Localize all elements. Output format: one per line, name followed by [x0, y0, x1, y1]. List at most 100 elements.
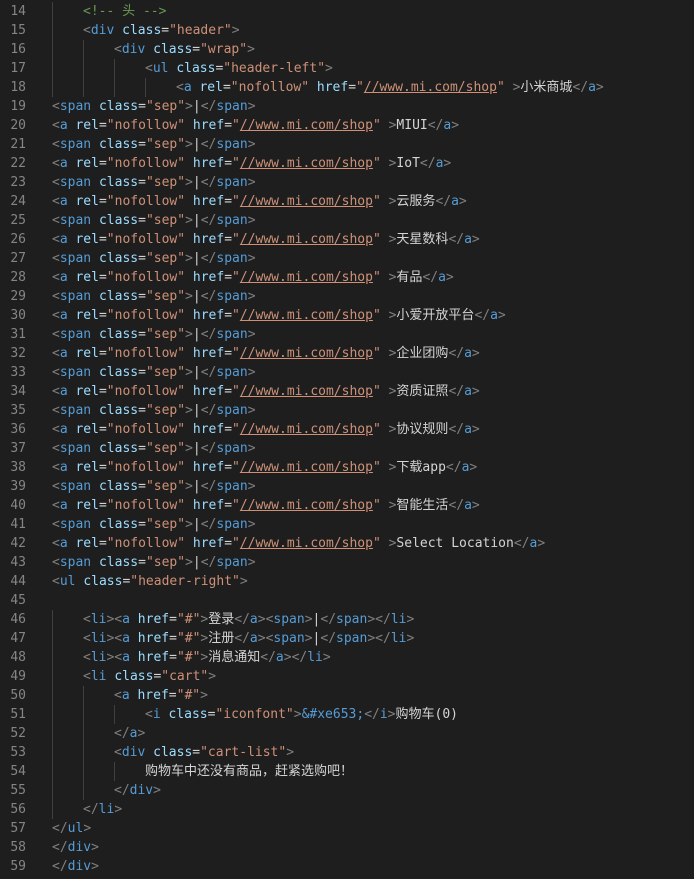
text-token: = [138, 327, 146, 342]
code-editor[interactable]: 14 <!-- 头 --> 15 <div class="header"> 16 <div… [0, 2, 694, 876]
code-line[interactable]: 42 <a rel="nofollow" href="//www.mi.com/s… [0, 534, 694, 553]
punctuation-token: < [52, 517, 60, 532]
string-token: " [356, 80, 364, 95]
code-line[interactable]: 55 </div> [0, 781, 694, 800]
code-line[interactable]: 47 <li><a href="#">注册</a><span>|</span></… [0, 629, 694, 648]
link-token[interactable]: //www.mi.com/shop [240, 498, 373, 513]
code-text: </li> [83, 800, 122, 819]
code-line[interactable]: 44 <ul class="header-right"> [0, 572, 694, 591]
code-line[interactable]: 35 <span class="sep">|</span> [0, 401, 694, 420]
link-token[interactable]: //www.mi.com/shop [240, 384, 373, 399]
string-token: "sep" [145, 175, 186, 190]
link-token[interactable]: //www.mi.com/shop [240, 156, 373, 171]
punctuation-token: >< [257, 612, 274, 627]
code-line[interactable]: 28 <a rel="nofollow" href="//www.mi.com/s… [0, 268, 694, 287]
code-line[interactable]: 58 </div> [0, 838, 694, 857]
text-token: = [224, 194, 233, 209]
punctuation-token: > [445, 270, 454, 285]
code-line[interactable]: 29 <span class="sep">|</span> [0, 287, 694, 306]
code-line[interactable]: 43 <span class="sep">|</span> [0, 553, 694, 572]
code-line[interactable]: 52 </a> [0, 724, 694, 743]
code-line[interactable]: 23 <span class="sep">|</span> [0, 173, 694, 192]
code-text: <span class="sep">|</span> [52, 173, 256, 192]
punctuation-token: > [304, 631, 313, 646]
code-line[interactable]: 27 <span class="sep">|</span> [0, 249, 694, 268]
code-line[interactable]: 16 <div class="wrap"> [0, 40, 694, 59]
code-line[interactable]: 20 <a rel="nofollow" href="//www.mi.com/s… [0, 116, 694, 135]
code-line[interactable]: 32 <a rel="nofollow" href="//www.mi.com/s… [0, 344, 694, 363]
code-line[interactable]: 33 <span class="sep">|</span> [0, 363, 694, 382]
code-line[interactable]: 17 <ul class="header-left"> [0, 59, 694, 78]
code-text: <span class="sep">|</span> [52, 515, 256, 534]
link-token[interactable]: //www.mi.com/shop [240, 536, 373, 551]
link-token[interactable]: //www.mi.com/shop [364, 80, 497, 95]
punctuation-token: > [247, 175, 256, 190]
code-line[interactable]: 14 <!-- 头 --> [0, 2, 694, 21]
string-token: "nofollow" [106, 346, 186, 361]
code-line[interactable]: 15 <div class="header"> [0, 21, 694, 40]
string-token: "header-right" [130, 574, 240, 589]
code-line[interactable]: 30 <a rel="nofollow" href="//www.mi.com/s… [0, 306, 694, 325]
code-line[interactable]: 39 <span class="sep">|</span> [0, 477, 694, 496]
code-line[interactable]: 38 <a rel="nofollow" href="//www.mi.com/s… [0, 458, 694, 477]
text-token: = [138, 99, 146, 114]
attribute-token: rel [75, 308, 99, 323]
link-token[interactable]: //www.mi.com/shop [240, 194, 373, 209]
code-line[interactable]: 24 <a rel="nofollow" href="//www.mi.com/s… [0, 192, 694, 211]
link-token[interactable]: //www.mi.com/shop [240, 270, 373, 285]
link-token[interactable]: //www.mi.com/shop [240, 232, 373, 247]
punctuation-token: < [52, 156, 60, 171]
code-line[interactable]: 40 <a rel="nofollow" href="//www.mi.com/s… [0, 496, 694, 515]
code-line[interactable]: 59 </div> [0, 857, 694, 876]
tag-token: span [216, 137, 248, 152]
link-token[interactable]: //www.mi.com/shop [240, 118, 373, 133]
text-token: 协议规则 [396, 422, 449, 437]
text-token: = [98, 384, 107, 399]
tag-token: a [464, 498, 472, 513]
code-line[interactable]: 37 <span class="sep">|</span> [0, 439, 694, 458]
tag-token: a [183, 80, 192, 95]
link-token[interactable]: //www.mi.com/shop [240, 422, 373, 437]
code-line[interactable]: 25 <span class="sep">|</span> [0, 211, 694, 230]
link-token[interactable]: //www.mi.com/shop [240, 308, 373, 323]
code-line[interactable]: 49 <li class="cart"> [0, 667, 694, 686]
line-number: 29 [10, 289, 26, 304]
punctuation-token: > [247, 42, 255, 57]
punctuation-token: < [52, 251, 60, 266]
code-line[interactable]: 22 <a rel="nofollow" href="//www.mi.com/s… [0, 154, 694, 173]
indent-guide [83, 781, 84, 800]
code-line[interactable]: 50 <a href="#"> [0, 686, 694, 705]
code-line[interactable]: 36 <a rel="nofollow" href="//www.mi.com/s… [0, 420, 694, 439]
code-line[interactable]: 31 <span class="sep">|</span> [0, 325, 694, 344]
text-token: MIUI [396, 118, 428, 133]
punctuation-token: </ [422, 270, 439, 285]
code-line[interactable]: 53 <div class="cart-list"> [0, 743, 694, 762]
code-line[interactable]: 19 <span class="sep">|</span> [0, 97, 694, 116]
line-number: 25 [10, 213, 26, 228]
code-line[interactable]: 18 <a rel="nofollow" href="//www.mi.com/s… [0, 78, 694, 97]
code-line[interactable]: 48 <li><a href="#">消息通知</a></li> [0, 648, 694, 667]
link-token[interactable]: //www.mi.com/shop [240, 460, 373, 475]
code-line[interactable]: 46 <li><a href="#">登录</a><span>|</span></… [0, 610, 694, 629]
code-line[interactable]: 26 <a rel="nofollow" href="//www.mi.com/s… [0, 230, 694, 249]
text-token: | [192, 213, 201, 228]
code-line[interactable]: 21 <span class="sep">|</span> [0, 135, 694, 154]
text-token: 小爱开放平台 [396, 308, 475, 323]
punctuation-token: < [83, 631, 91, 646]
text-token: = [348, 80, 357, 95]
code-line[interactable]: 57 </ul> [0, 819, 694, 838]
code-line[interactable]: 45 [0, 591, 694, 610]
code-line[interactable]: 41 <span class="sep">|</span> [0, 515, 694, 534]
link-token[interactable]: //www.mi.com/shop [240, 346, 373, 361]
code-line[interactable]: 56 </li> [0, 800, 694, 819]
code-line[interactable]: 51 <i class="iconfont">&#xe653;</i>购物车(0) [0, 705, 694, 724]
string-token: "sep" [145, 365, 186, 380]
indent-guide [83, 724, 84, 743]
punctuation-token: > [595, 80, 604, 95]
code-line[interactable]: 34 <a rel="nofollow" href="//www.mi.com/s… [0, 382, 694, 401]
string-token: " [372, 536, 381, 551]
code-line[interactable]: 54 购物车中还没有商品，赶紧选购吧！ [0, 762, 694, 781]
tag-token: span [216, 175, 248, 190]
